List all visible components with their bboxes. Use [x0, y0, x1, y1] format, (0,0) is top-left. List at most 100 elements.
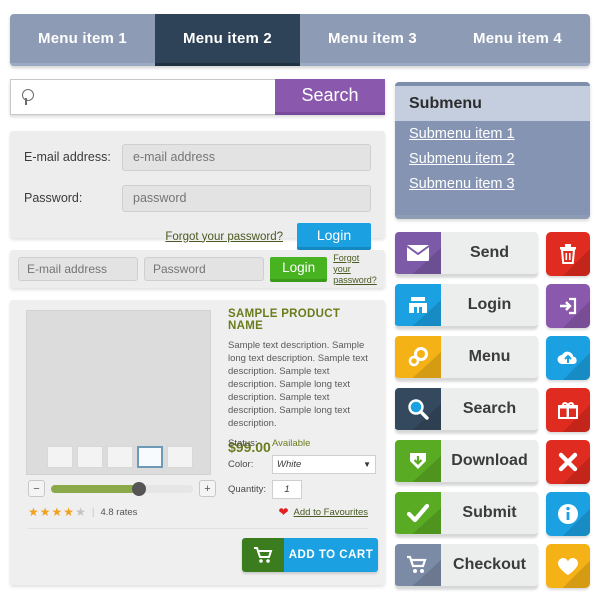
quantity-value: 1: [284, 484, 290, 495]
slider-track[interactable]: [51, 481, 193, 496]
gift-button[interactable]: [546, 388, 590, 432]
star-icon-empty: ★: [75, 505, 86, 519]
button-row-login: Login: [395, 284, 590, 328]
status-label: Status:: [228, 438, 258, 449]
submenu-panel: Submenu Submenu item 1 Submenu item 2 Su…: [395, 82, 590, 219]
product-thumbnail-selected[interactable]: [136, 446, 163, 468]
menu-item-label: Menu item 4: [473, 30, 562, 47]
submit-button[interactable]: Submit: [395, 492, 538, 536]
heart-icon: ❤: [278, 505, 289, 519]
submenu-item-1[interactable]: Submenu item 1: [395, 121, 590, 146]
product-card: SAMPLE PRODUCT NAME Sample text descript…: [10, 300, 385, 585]
search-input[interactable]: [37, 80, 275, 114]
add-to-favourites-link[interactable]: Add to Favourites: [294, 507, 368, 518]
menu-item-label: Menu item 2: [183, 30, 272, 47]
search-bar: Search: [10, 79, 385, 115]
search-action-button[interactable]: Search: [395, 388, 538, 432]
product-info: SAMPLE PRODUCT NAME Sample text descript…: [228, 308, 376, 455]
favourite-button[interactable]: [546, 544, 590, 588]
delete-button[interactable]: [546, 232, 590, 276]
close-button[interactable]: [546, 440, 590, 484]
product-image-placeholder[interactable]: [26, 310, 211, 475]
slider-fill: [51, 484, 137, 493]
submenu-title: Submenu: [395, 86, 590, 121]
button-row-submit: Submit: [395, 492, 590, 536]
search-action-label: Search: [462, 400, 517, 417]
color-select[interactable]: White ▼: [272, 455, 376, 474]
button-row-checkout: Checkout: [395, 544, 590, 588]
search-button[interactable]: Search: [275, 79, 385, 115]
logout-button[interactable]: [546, 284, 590, 328]
quantity-slider: − +: [28, 480, 216, 497]
color-row: Color: White ▼: [228, 455, 376, 474]
gears-icon: [395, 336, 441, 378]
email-row: E-mail address:: [24, 142, 371, 172]
color-select-value: White: [277, 459, 302, 470]
button-row-send: Send: [395, 232, 590, 276]
menu-item-3[interactable]: Menu item 3: [300, 14, 445, 66]
info-button[interactable]: [546, 492, 590, 536]
login-form-panel: E-mail address: Password: Forgot your pa…: [10, 131, 385, 250]
forgot-password-link[interactable]: Forgot your password?: [165, 231, 283, 243]
quantity-input[interactable]: 1: [272, 480, 302, 499]
submit-button-label: Submit: [462, 504, 517, 521]
password-label: Password:: [24, 191, 83, 205]
cloud-upload-button[interactable]: [546, 336, 590, 380]
login-button-label: Login: [316, 227, 352, 243]
menu-item-label: Menu item 3: [328, 30, 417, 47]
send-button[interactable]: Send: [395, 232, 538, 276]
email-field[interactable]: [122, 143, 371, 171]
star-rating[interactable]: ★ ★ ★ ★ ★: [28, 505, 86, 519]
button-row-download: Download: [395, 440, 590, 484]
inline-email-field[interactable]: [18, 257, 138, 281]
product-thumbnail[interactable]: [76, 446, 103, 468]
magnifier-icon: [395, 388, 441, 430]
product-thumbnail[interactable]: [106, 446, 133, 468]
favourite-wrap[interactable]: ❤ Add to Favourites: [278, 505, 368, 519]
menu-item-4[interactable]: Menu item 4: [445, 14, 590, 66]
product-thumbnail-list: [27, 446, 212, 468]
login-button[interactable]: Login: [297, 223, 371, 250]
menu-item-1[interactable]: Menu item 1: [10, 14, 155, 66]
button-row-menu: Menu: [395, 336, 590, 380]
cart-icon: [395, 544, 441, 586]
rating-divider: |: [91, 506, 95, 518]
product-description: Sample text description. Sample long tex…: [228, 340, 368, 429]
submenu-item-2[interactable]: Submenu item 2: [395, 146, 590, 171]
quantity-row: Quantity: 1: [228, 480, 302, 499]
send-button-label: Send: [469, 244, 510, 261]
product-thumbnail[interactable]: [166, 446, 193, 468]
star-icon: ★: [39, 505, 51, 519]
checkmark-icon: [395, 492, 441, 534]
checkout-button-label: Checkout: [453, 556, 526, 573]
slider-handle[interactable]: [131, 481, 146, 496]
login-actions: Forgot your password? Login: [24, 223, 371, 250]
slider-increment-button[interactable]: +: [199, 480, 216, 497]
inline-login-button[interactable]: Login: [270, 256, 328, 282]
product-thumbnail[interactable]: [46, 446, 73, 468]
button-row-search: Search: [395, 388, 590, 432]
login-building-icon: [395, 284, 441, 326]
email-label: E-mail address:: [24, 150, 111, 164]
action-button-column: Send Login Menu Search Download Submit C…: [395, 232, 590, 588]
submenu-item-3[interactable]: Submenu item 3: [395, 171, 590, 196]
inline-forgot-password-link[interactable]: Forgot your password?: [333, 253, 377, 286]
password-field[interactable]: [122, 184, 371, 212]
minus-icon: −: [33, 482, 40, 495]
search-field-wrap[interactable]: [10, 79, 275, 115]
search-button-label: Search: [301, 85, 359, 105]
menu-item-2[interactable]: Menu item 2: [155, 14, 300, 66]
chevron-down-icon: ▼: [363, 460, 371, 469]
slider-decrement-button[interactable]: −: [28, 480, 45, 497]
color-label: Color:: [228, 459, 254, 470]
login-action-label: Login: [467, 296, 512, 313]
inline-password-field[interactable]: [144, 257, 264, 281]
product-title: SAMPLE PRODUCT NAME: [228, 308, 341, 332]
download-button[interactable]: Download: [395, 440, 538, 484]
login-action-button[interactable]: Login: [395, 284, 538, 328]
menu-action-button[interactable]: Menu: [395, 336, 538, 380]
add-to-cart-button[interactable]: ADD TO CART: [242, 538, 378, 572]
status-row: Status: Available: [228, 438, 310, 449]
checkout-button[interactable]: Checkout: [395, 544, 538, 588]
add-to-cart-label: ADD TO CART: [284, 538, 378, 572]
